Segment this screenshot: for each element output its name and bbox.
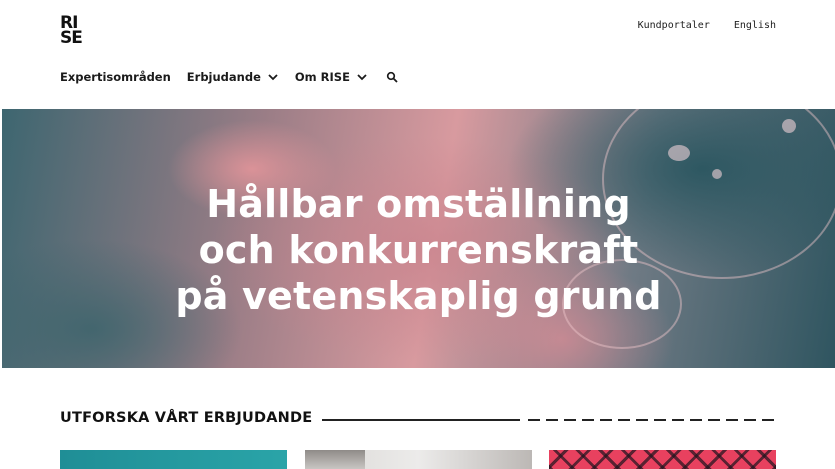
nav-item-label: Om RISE [294, 70, 350, 84]
section-divider-solid [322, 419, 521, 421]
hero-banner: Hållbar omställning och konkurrenskraft … [2, 109, 835, 368]
card-image-shade [305, 450, 365, 469]
nav-item-about[interactable]: Om RISE [295, 70, 368, 84]
rise-logo[interactable]: RI SE [60, 15, 88, 50]
hero-title: Hållbar omställning och konkurrenskraft … [2, 181, 835, 319]
card-image-mesh [549, 450, 776, 469]
search-icon[interactable] [386, 71, 398, 83]
logo-line-2: SE [60, 28, 83, 48]
nav-item-label: Expertisområden [60, 70, 171, 84]
offering-card[interactable] [305, 450, 532, 469]
nav-item-offering[interactable]: Erbjudande [187, 70, 279, 84]
chevron-down-icon [357, 74, 367, 81]
chevron-down-icon [268, 74, 278, 81]
main-nav: Expertisområden Erbjudande Om RISE [60, 70, 398, 84]
offering-card[interactable] [60, 450, 287, 469]
customer-portals-link[interactable]: Kundportaler [638, 20, 710, 31]
hero-title-line-3: på vetenskaplig grund [175, 274, 662, 318]
utility-nav: Kundportaler English [638, 20, 776, 31]
offering-card[interactable] [549, 450, 776, 469]
section-divider-dashed [528, 419, 776, 421]
nav-item-expertise[interactable]: Expertisområden [60, 70, 171, 84]
hero-title-line-2: och konkurrenskraft [198, 228, 639, 272]
hero-title-line-1: Hållbar omställning [206, 182, 631, 226]
section-heading: UTFORSKA VÅRT ERBJUDANDE [60, 410, 776, 426]
language-link[interactable]: English [734, 20, 776, 31]
nav-item-label: Erbjudande [186, 70, 261, 84]
section-title: UTFORSKA VÅRT ERBJUDANDE [60, 410, 313, 426]
